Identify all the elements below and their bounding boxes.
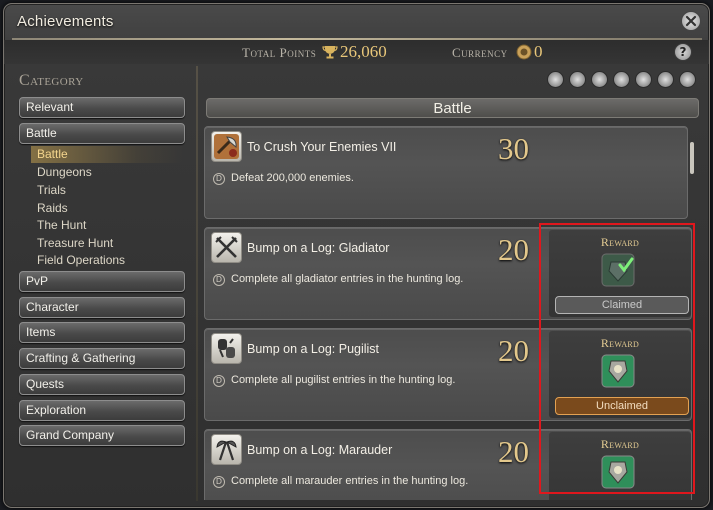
reward-medal-icon[interactable] xyxy=(601,354,635,388)
achievement-points: 20 xyxy=(498,232,529,267)
trophy-icon xyxy=(322,46,338,59)
achievement-card[interactable]: Bump on a Log: Gladiator 20 D Complete a… xyxy=(204,227,692,320)
reward-label: Reward xyxy=(600,336,640,350)
sidebar-divider xyxy=(196,66,198,501)
currency-coin-icon xyxy=(516,44,532,60)
achievement-card[interactable]: Bump on a Log: Marauder 20 D Complete al… xyxy=(204,429,692,500)
category-title: Category xyxy=(19,72,84,89)
category-relevant[interactable]: Relevant xyxy=(19,97,185,118)
total-points-value: 26,060 xyxy=(340,42,387,61)
category-exploration[interactable]: Exploration xyxy=(19,400,185,421)
subcategory-trials[interactable]: Trials xyxy=(37,183,66,197)
list-scrollbar[interactable] xyxy=(690,142,694,174)
total-points-label: Total Points xyxy=(242,45,317,60)
help-button[interactable]: ? xyxy=(674,43,692,61)
filter-figure-icon[interactable] xyxy=(613,71,630,88)
subcategory-field-operations[interactable]: Field Operations xyxy=(37,253,125,267)
category-quests[interactable]: Quests xyxy=(19,374,185,395)
achievement-name: Bump on a Log: Gladiator xyxy=(247,241,390,255)
achievement-description: Defeat 200,000 enemies. xyxy=(231,172,354,184)
reward-label: Reward xyxy=(600,235,640,249)
axe-enemies-icon xyxy=(211,131,242,162)
fists-icon xyxy=(211,333,242,364)
category-grand-company[interactable]: Grand Company xyxy=(19,425,185,446)
filter-icons xyxy=(547,71,696,88)
reward-label: Reward xyxy=(600,437,640,451)
close-button[interactable] xyxy=(681,11,701,31)
swords-icon xyxy=(211,232,242,263)
filter-helm-icon[interactable] xyxy=(657,71,674,88)
achievement-card[interactable]: To Crush Your Enemies VII 30 D Defeat 20… xyxy=(204,126,688,219)
achievement-name: To Crush Your Enemies VII xyxy=(247,140,397,154)
description-marker-icon: D xyxy=(213,375,225,387)
subcategory-dungeons[interactable]: Dungeons xyxy=(37,165,92,179)
subcategory-the-hunt[interactable]: The Hunt xyxy=(37,218,86,232)
filter-emblem-icon[interactable] xyxy=(635,71,652,88)
achievement-name: Bump on a Log: Pugilist xyxy=(247,342,380,356)
reward-medal-icon[interactable] xyxy=(601,455,635,489)
filter-weapon-icon[interactable] xyxy=(569,71,586,88)
claimed-reward-icon[interactable] xyxy=(601,253,635,287)
reward-panel: Reward Unclaimed xyxy=(549,331,691,418)
category-character[interactable]: Character xyxy=(19,297,185,318)
subcategory-raids[interactable]: Raids xyxy=(37,201,68,215)
achievement-description: Complete all marauder entries in the hun… xyxy=(231,475,469,487)
description-marker-icon: D xyxy=(213,173,225,185)
reward-status-claimed: Claimed xyxy=(555,296,689,314)
title-bar[interactable]: Achievements xyxy=(4,4,709,40)
achievement-list[interactable]: To Crush Your Enemies VII 30 D Defeat 20… xyxy=(204,126,694,500)
filter-all-icon[interactable] xyxy=(547,71,564,88)
axes-icon xyxy=(211,434,242,465)
category-items[interactable]: Items xyxy=(19,322,185,343)
description-marker-icon: D xyxy=(213,476,225,488)
achievement-panel: Battle To Crush Your Enemies VII 30 D De… xyxy=(200,64,700,504)
points-bar: Total Points 26,060 Currency 0 ? xyxy=(4,40,709,64)
close-icon xyxy=(685,15,697,27)
filter-misc-icon[interactable] xyxy=(679,71,696,88)
category-battle[interactable]: Battle xyxy=(19,123,185,144)
currency-label: Currency xyxy=(452,45,508,60)
achievement-name: Bump on a Log: Marauder xyxy=(247,443,393,457)
achievement-description: Complete all pugilist entries in the hun… xyxy=(231,374,456,386)
achievement-description: Complete all gladiator entries in the hu… xyxy=(231,273,464,285)
category-pvp[interactable]: PvP xyxy=(19,271,185,292)
achievement-points: 20 xyxy=(498,333,529,368)
reward-panel: Reward Claimed xyxy=(549,230,691,317)
category-crafting-gathering[interactable]: Crafting & Gathering xyxy=(19,348,185,369)
achievement-card[interactable]: Bump on a Log: Pugilist 20 D Complete al… xyxy=(204,328,692,421)
filter-sword-icon[interactable] xyxy=(591,71,608,88)
currency-value: 0 xyxy=(534,42,543,61)
reward-panel: Reward xyxy=(549,432,691,500)
achievement-points: 30 xyxy=(498,131,529,166)
description-marker-icon: D xyxy=(213,274,225,286)
section-header: Battle xyxy=(206,98,699,118)
reward-status-unclaimed[interactable]: Unclaimed xyxy=(555,397,689,415)
achievement-points: 20 xyxy=(498,434,529,469)
subcategory-treasure-hunt[interactable]: Treasure Hunt xyxy=(37,236,113,250)
achievements-window: Achievements Total Points 26,060 Currenc… xyxy=(3,3,710,508)
window-title: Achievements xyxy=(17,13,114,30)
subcategory-battle[interactable]: Battle xyxy=(31,146,183,163)
category-sidebar: Category Relevant Battle Battle Dungeons… xyxy=(4,64,196,504)
